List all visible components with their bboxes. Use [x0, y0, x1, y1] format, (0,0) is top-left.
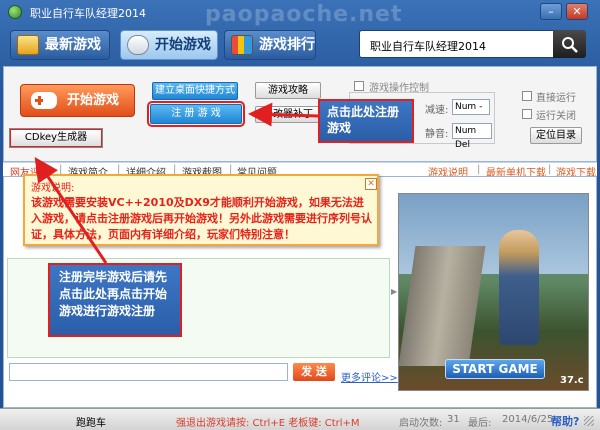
run-close-label: 运行关闭	[536, 111, 576, 122]
nav-separator: |	[548, 164, 552, 175]
mute-label: 静音:	[425, 129, 449, 140]
search-button[interactable]	[553, 30, 586, 58]
tab-label: 最新游戏	[45, 37, 101, 53]
start-game-button[interactable]: 开始游戏	[20, 84, 135, 117]
search-icon	[562, 37, 578, 53]
register-callout: 点击此处注册游戏	[318, 99, 414, 143]
status-bar: 跑跑车 强退出游戏请按: Ctrl+E 老板键: Ctrl+M 启动次数: 31…	[0, 408, 600, 430]
run-close-checkbox[interactable]	[522, 109, 532, 119]
tab-label: 游戏排行	[259, 37, 315, 53]
game-guide-button[interactable]: 游戏攻略	[255, 82, 321, 99]
speed-hotkey-field[interactable]: Num -	[452, 99, 490, 115]
watermark: paopaoche.net	[205, 2, 403, 27]
close-button[interactable]: ✕	[566, 3, 588, 20]
tab-latest-games[interactable]: 最新游戏	[10, 30, 110, 60]
cdkey-generator-button[interactable]: CDkey生成器	[9, 128, 103, 148]
notice-body: 该游戏需要安装VC++2010及DX9才能顺利开始游戏，如果无法进入游戏，请点击…	[31, 196, 372, 241]
notice-title: 游戏说明:	[31, 183, 75, 194]
ad-character	[499, 230, 539, 345]
window-title: 职业自行车队经理2014	[30, 7, 146, 20]
search-value: 职业自行车队经理2014	[370, 40, 486, 53]
more-comments-link[interactable]: 更多评论>>	[341, 369, 398, 384]
send-comment-button[interactable]: 发 送	[293, 363, 335, 381]
notice-close-icon[interactable]: ✕	[365, 178, 377, 190]
finish-callout: 注册完毕游戏后请先点击此处再点击开始游戏进行游戏注册	[48, 263, 182, 337]
ad-start-game-button[interactable]: START GAME	[445, 359, 545, 379]
resize-grip-icon[interactable]	[584, 416, 594, 426]
help-link[interactable]: 帮助?	[551, 413, 579, 429]
new-games-icon	[17, 35, 39, 55]
search-input[interactable]: 职业自行车队经理2014	[359, 30, 586, 58]
gamepad-icon	[31, 92, 57, 109]
game-notice-popup: 游戏说明: ✕ 该游戏需要安装VC++2010及DX9才能顺利开始游戏，如果无法…	[23, 174, 379, 246]
game-control-checkbox[interactable]	[354, 81, 364, 91]
status-hotkeys: 强退出游戏请按: Ctrl+E 老板键: Ctrl+M	[176, 418, 360, 429]
launch-count-label: 启动次数:	[399, 418, 443, 429]
register-game-button[interactable]: 注 册 游 戏	[147, 101, 245, 127]
locate-directory-button[interactable]: 定位目录	[530, 127, 582, 144]
tab-game-ranking[interactable]: 游戏排行	[224, 30, 316, 60]
launch-count: 31	[447, 414, 460, 425]
ranking-chart-icon	[231, 35, 253, 55]
game-ad-banner[interactable]: START GAME 37.c	[398, 193, 589, 391]
start-game-icon	[127, 35, 149, 55]
mute-hotkey-field[interactable]: Num Del	[452, 123, 492, 150]
last-run-date: 2014/6/25	[502, 414, 554, 425]
direct-run-label: 直接运行	[536, 93, 576, 104]
start-game-label: 开始游戏	[67, 93, 120, 108]
comment-input[interactable]	[9, 363, 288, 381]
last-run-label: 最后:	[468, 418, 492, 429]
status-brand: 跑跑车	[76, 418, 106, 429]
nav-separator: |	[477, 164, 481, 175]
ad-site-mark: 37.c	[560, 375, 584, 386]
direct-run-checkbox[interactable]	[522, 91, 532, 101]
app-logo-icon	[8, 5, 22, 19]
launcher-window: 职业自行车队经理2014 paopaoche.net – ✕ 最新游戏 开始游戏…	[0, 0, 600, 430]
tab-start-game[interactable]: 开始游戏	[120, 30, 218, 60]
trainer-patch-button[interactable]: 修改器补丁	[255, 106, 321, 123]
collapse-arrow-icon[interactable]: ▶	[391, 287, 397, 296]
create-shortcut-button[interactable]: 建立桌面快捷方式	[152, 82, 238, 100]
title-bar[interactable]: 职业自行车队经理2014 paopaoche.net – ✕	[0, 0, 600, 27]
speed-label: 减速:	[425, 105, 449, 116]
tab-label: 开始游戏	[155, 37, 211, 53]
minimize-button[interactable]: –	[540, 3, 562, 20]
